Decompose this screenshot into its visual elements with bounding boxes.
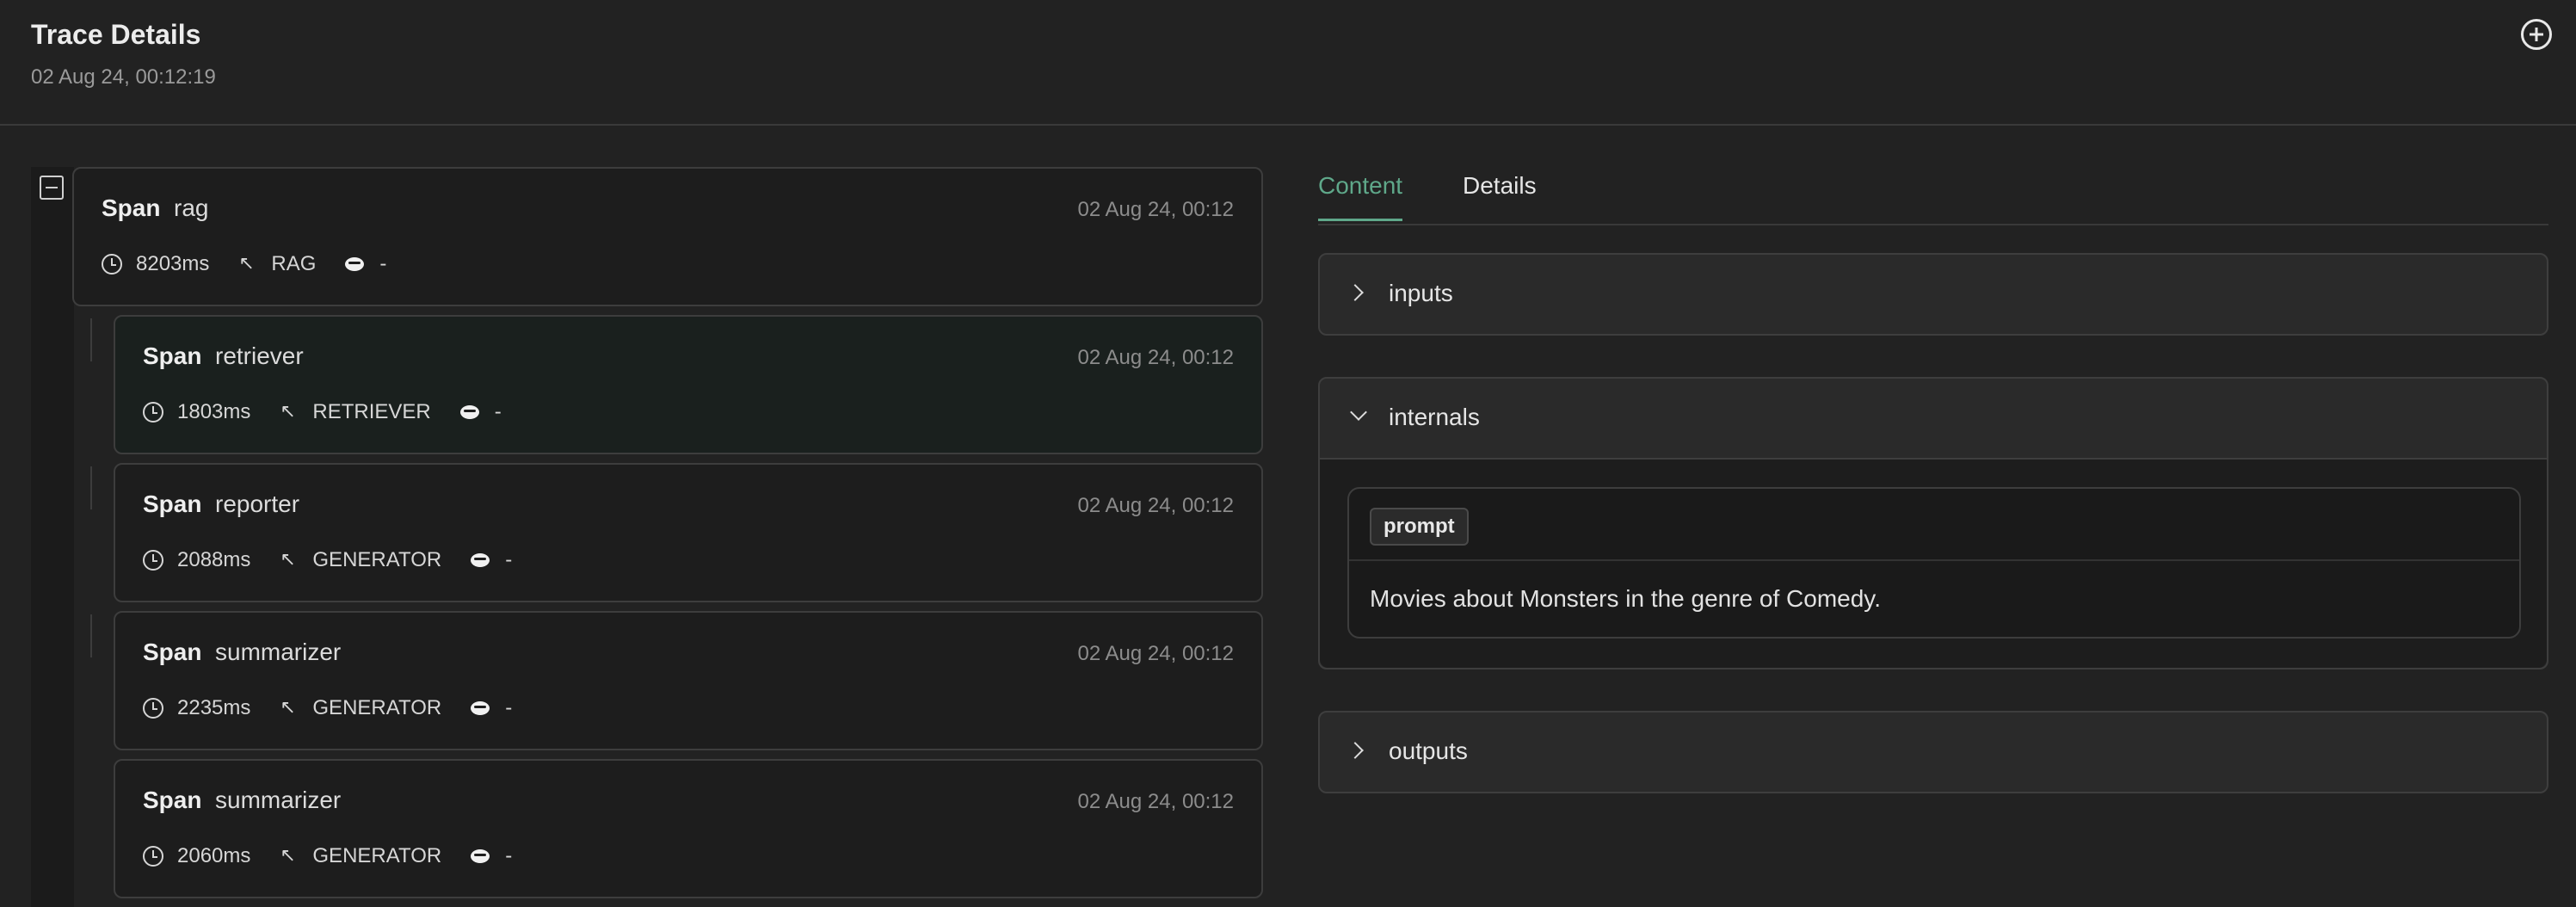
- outputs-label: outputs: [1389, 737, 1468, 764]
- add-circle-icon[interactable]: [2521, 19, 2552, 50]
- span-duration: 2060ms: [177, 844, 251, 867]
- clock-icon: [143, 550, 163, 571]
- span-time: 02 Aug 24, 00:12: [1077, 494, 1235, 517]
- arrow-up-left-icon: ↖: [280, 844, 296, 866]
- page-header: Trace Details 02 Aug 24, 00:12:19: [0, 0, 2576, 126]
- outputs-section-header[interactable]: outputs: [1320, 713, 2547, 792]
- span-kind: Span: [143, 491, 202, 517]
- collapse-tree-button[interactable]: [40, 176, 64, 200]
- span-row-summarizer[interactable]: Span summarizer 02 Aug 24, 00:12 2060ms …: [114, 759, 1263, 898]
- span-meta: 2088ms ↖ GENERATOR -: [143, 547, 512, 573]
- chevron-right-icon: [1347, 284, 1364, 301]
- span-tokens: -: [505, 844, 513, 867]
- clock-icon: [102, 254, 122, 275]
- span-type: RETRIEVER: [312, 400, 431, 423]
- detail-tabs: Content Details: [1318, 167, 2548, 225]
- span-tokens: -: [494, 400, 502, 423]
- clock-icon: [143, 846, 163, 867]
- span-row-rag[interactable]: Span rag 02 Aug 24, 00:12 8203ms ↖ RAG -: [72, 167, 1263, 306]
- span-meta: 2060ms ↖ GENERATOR -: [143, 843, 512, 869]
- span-type: GENERATOR: [312, 844, 442, 867]
- span-name: reporter: [215, 491, 300, 517]
- token-icon: [345, 257, 365, 271]
- inputs-label: inputs: [1389, 280, 1453, 306]
- span-duration: 2235ms: [177, 696, 251, 719]
- span-name: summarizer: [215, 639, 342, 665]
- span-type: GENERATOR: [312, 696, 442, 719]
- arrow-up-left-icon: ↖: [238, 252, 255, 274]
- span-duration: 2088ms: [177, 548, 251, 571]
- arrow-up-left-icon: ↖: [280, 696, 296, 718]
- span-type: GENERATOR: [312, 548, 442, 571]
- internals-label: internals: [1389, 404, 1480, 430]
- span-time: 02 Aug 24, 00:12: [1077, 346, 1235, 369]
- tab-content[interactable]: Content: [1318, 172, 1403, 221]
- span-duration: 1803ms: [177, 400, 251, 423]
- span-kind: Span: [143, 787, 202, 813]
- chevron-right-icon: [1347, 742, 1364, 759]
- span-name: rag: [174, 194, 209, 221]
- internals-section-header[interactable]: internals: [1320, 379, 2547, 458]
- clock-icon: [143, 698, 163, 719]
- span-name: summarizer: [215, 787, 342, 813]
- span-name: retriever: [215, 342, 304, 369]
- span-row-retriever[interactable]: Span retriever 02 Aug 24, 00:12 1803ms ↖…: [114, 315, 1263, 454]
- page-title: Trace Details: [31, 19, 201, 50]
- span-time: 02 Aug 24, 00:12: [1077, 198, 1235, 221]
- divider: [1349, 559, 2519, 561]
- internals-section: internals prompt Movies about Monsters i…: [1318, 377, 2548, 669]
- span-time: 02 Aug 24, 00:12: [1077, 642, 1235, 665]
- arrow-up-left-icon: ↖: [280, 548, 296, 570]
- span-meta: 1803ms ↖ RETRIEVER -: [143, 399, 502, 425]
- chevron-down-icon: [1350, 404, 1367, 421]
- inputs-section: inputs: [1318, 253, 2548, 336]
- prompt-card: prompt Movies about Monsters in the genr…: [1347, 487, 2521, 639]
- clock-icon: [143, 402, 163, 423]
- span-kind: Span: [143, 639, 202, 665]
- span-row-reporter[interactable]: Span reporter 02 Aug 24, 00:12 2088ms ↖ …: [114, 463, 1263, 602]
- internals-body: prompt Movies about Monsters in the genr…: [1320, 458, 2547, 668]
- span-type: RAG: [271, 252, 317, 275]
- tree-connector: [90, 466, 92, 509]
- span-tokens: -: [505, 696, 513, 719]
- arrow-up-left-icon: ↖: [280, 400, 296, 422]
- span-meta: 2235ms ↖ GENERATOR -: [143, 695, 512, 721]
- span-tokens: -: [379, 252, 387, 275]
- tree-gutter: [31, 167, 74, 907]
- trace-timestamp: 02 Aug 24, 00:12:19: [31, 65, 216, 89]
- tree-connector: [90, 614, 92, 657]
- inputs-section-header[interactable]: inputs: [1320, 255, 2547, 334]
- span-time: 02 Aug 24, 00:12: [1077, 790, 1235, 813]
- prompt-badge: prompt: [1370, 508, 1469, 546]
- span-duration: 8203ms: [136, 252, 210, 275]
- span-kind: Span: [102, 194, 161, 221]
- span-meta: 8203ms ↖ RAG -: [102, 251, 386, 277]
- outputs-section: outputs: [1318, 711, 2548, 793]
- span-tokens: -: [505, 548, 513, 571]
- span-kind: Span: [143, 342, 202, 369]
- tree-connector: [90, 318, 92, 361]
- token-icon: [471, 849, 490, 863]
- prompt-text: Movies about Monsters in the genre of Co…: [1370, 585, 1882, 612]
- token-icon: [459, 405, 479, 419]
- token-icon: [471, 701, 490, 715]
- span-row-summarizer[interactable]: Span summarizer 02 Aug 24, 00:12 2235ms …: [114, 611, 1263, 750]
- token-icon: [471, 553, 490, 567]
- tab-details[interactable]: Details: [1463, 172, 1537, 200]
